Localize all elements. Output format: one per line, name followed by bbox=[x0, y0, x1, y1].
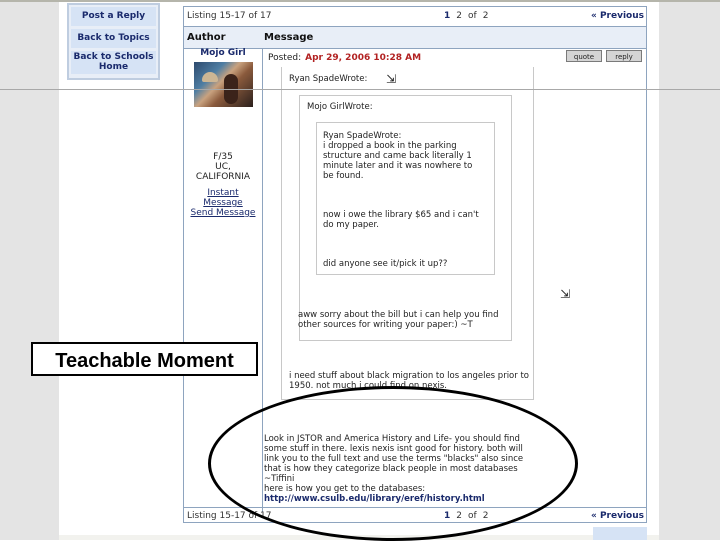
quote-body: aww sorry about the bill but i can help … bbox=[298, 310, 499, 330]
avatar bbox=[193, 62, 253, 107]
left-gutter bbox=[0, 0, 59, 540]
previous-link[interactable]: « Previous bbox=[591, 511, 644, 521]
quote-body: now i owe the library $65 and i can't do… bbox=[323, 210, 479, 230]
pagination: 1 2 of 2 bbox=[444, 11, 494, 21]
databases-link[interactable]: http://www.csulb.edu/library/eref/histor… bbox=[264, 494, 485, 504]
post-reply-button[interactable]: Post a Reply bbox=[71, 7, 156, 26]
listing-count: Listing 15-17 of 17 bbox=[187, 511, 272, 521]
horizontal-guide-line bbox=[0, 89, 720, 90]
author-links: Instant Message Send Message bbox=[184, 188, 262, 218]
right-gutter bbox=[659, 0, 720, 540]
author-info-line: UC, bbox=[215, 162, 231, 172]
quote-body: did anyone see it/pick it up?? bbox=[323, 259, 448, 269]
quote-block-inner: Ryan SpadeWrote: i dropped a book in the… bbox=[316, 122, 495, 275]
page-2-link[interactable]: 2 bbox=[456, 11, 462, 21]
page-total: 2 bbox=[482, 11, 489, 21]
listing-bar-bottom: Listing 15-17 of 17 1 2 of 2 « Previous bbox=[184, 507, 646, 524]
posted-date: Apr 29, 2006 10:28 AM bbox=[305, 53, 422, 63]
author-info-line: F/35 bbox=[213, 152, 233, 162]
back-to-schools-home-button[interactable]: Back to Schools Home bbox=[71, 51, 156, 74]
pagination: 1 2 of 2 bbox=[444, 511, 494, 521]
reply-button[interactable]: reply bbox=[606, 50, 642, 62]
teachable-moment-callout: Teachable Moment bbox=[31, 342, 258, 376]
instant-message-link[interactable]: Instant Message bbox=[198, 188, 248, 208]
back-to-topics-button[interactable]: Back to Topics bbox=[71, 29, 156, 48]
author-panel: Mojo Girl F/35 UC, CALIFORNIA Instant Me… bbox=[184, 48, 262, 218]
quote-header: Ryan SpadeWrote: bbox=[289, 74, 368, 84]
databases-line: here is how you get to the databases: bbox=[264, 484, 426, 494]
author-column-header: Author bbox=[187, 32, 226, 43]
posted-label: Posted: bbox=[268, 53, 302, 63]
message-column-header: Message bbox=[264, 32, 314, 43]
author-name-link[interactable]: Mojo Girl bbox=[184, 48, 262, 58]
author-info: F/35 UC, CALIFORNIA bbox=[184, 152, 262, 182]
table-header: Author Message bbox=[184, 27, 646, 49]
of-label: of bbox=[468, 511, 477, 521]
quote-body: i need stuff about black migration to lo… bbox=[289, 371, 529, 391]
quote-header: Mojo GirlWrote: bbox=[307, 102, 373, 112]
forum-thread: Listing 15-17 of 17 1 2 of 2 « Previous Aut… bbox=[183, 6, 647, 523]
bottom-strip bbox=[59, 535, 659, 540]
author-info-line: CALIFORNIA bbox=[195, 172, 251, 182]
quote-body: i dropped a book in the parking structur… bbox=[323, 141, 473, 181]
quote-button[interactable]: quote bbox=[566, 50, 602, 62]
column-divider bbox=[262, 48, 263, 512]
send-message-link[interactable]: Send Message bbox=[191, 208, 256, 218]
posted-line: Posted: Apr 29, 2006 10:28 AM bbox=[268, 53, 421, 63]
signature: ~Tiffini bbox=[264, 474, 295, 484]
nav-panel: Post a Reply Back to Topics Back to Scho… bbox=[67, 3, 160, 80]
side-button bbox=[593, 527, 647, 540]
mouse-cursor-icon: ⇲ bbox=[386, 72, 397, 86]
page-1-link[interactable]: 1 bbox=[444, 511, 450, 521]
page-2-link[interactable]: 2 bbox=[456, 511, 462, 521]
page-1-link[interactable]: 1 bbox=[444, 11, 450, 21]
mouse-cursor-icon: ⇲ bbox=[560, 287, 571, 301]
listing-count: Listing 15-17 of 17 bbox=[187, 11, 272, 21]
page-total: 2 bbox=[482, 511, 489, 521]
top-rule bbox=[0, 0, 720, 2]
of-label: of bbox=[468, 11, 477, 21]
listing-bar-top: Listing 15-17 of 17 1 2 of 2 « Previous bbox=[184, 7, 646, 27]
reply-body: Look in JSTOR and America History and Li… bbox=[264, 434, 524, 474]
previous-link[interactable]: « Previous bbox=[591, 11, 644, 21]
quote-header: Ryan SpadeWrote: bbox=[323, 131, 402, 141]
